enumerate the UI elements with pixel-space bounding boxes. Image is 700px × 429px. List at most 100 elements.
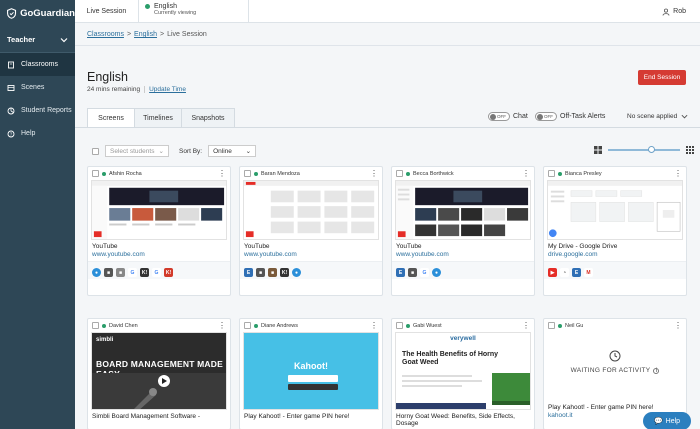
student-name: Becca Borthwick <box>413 170 454 177</box>
online-dot <box>145 4 150 9</box>
select-students-dropdown[interactable]: Select students ⌄ <box>105 145 169 157</box>
more-options-icon[interactable]: ⋮ <box>370 169 378 178</box>
sidebar-item-student-reports[interactable]: Student Reports <box>0 99 75 122</box>
screen-thumbnail[interactable]: verywell The Health Benefits of Horny Go… <box>395 332 531 410</box>
youtube-screenshot <box>396 181 530 239</box>
browser-tab-icon[interactable]: ● <box>292 268 301 277</box>
user-icon <box>662 8 670 16</box>
google-tab-icon[interactable]: G <box>420 268 429 277</box>
enter-button <box>288 384 338 390</box>
live-session-tab[interactable]: Live Session <box>75 0 139 23</box>
box-tab-icon[interactable]: ■ <box>116 268 125 277</box>
open-tabs: ● ■ ■ G K! G K! <box>88 261 230 279</box>
more-options-icon[interactable]: ⋮ <box>522 321 530 330</box>
user-menu[interactable]: Rob <box>662 0 686 23</box>
student-card[interactable]: Becca Borthwick ⋮ YouTube www.youtube.com… <box>391 166 535 296</box>
edu-tab-icon[interactable]: E <box>572 268 581 277</box>
help-button[interactable]: 💬 Help <box>643 412 691 429</box>
more-options-icon[interactable]: ⋮ <box>218 321 226 330</box>
student-card[interactable]: Bianca Presley ⋮ My Drive - Google Drive … <box>543 166 687 296</box>
box-tab-icon[interactable]: ■ <box>268 268 277 277</box>
shield-logo-icon <box>7 8 17 19</box>
student-checkbox[interactable] <box>548 322 555 329</box>
role-selector[interactable]: Teacher <box>0 27 75 53</box>
end-session-button[interactable]: End Session <box>638 70 686 85</box>
grid-size-slider[interactable] <box>608 146 680 153</box>
sidebar-item-scenes[interactable]: Scenes <box>0 76 75 99</box>
student-card[interactable]: Diane Andrews ⋮ Kahoot! Play Kahoot! - En… <box>239 318 383 429</box>
breadcrumb-classrooms[interactable]: Classrooms <box>87 31 124 38</box>
active-tab-url[interactable]: www.youtube.com <box>392 250 534 258</box>
student-card[interactable]: Baran Mendoza ⋮ YouTube www.youtube.com E… <box>239 166 383 296</box>
gmail-tab-icon[interactable]: M <box>584 268 593 277</box>
sidebar-item-help[interactable]: ? Help <box>0 122 75 145</box>
sidebar-item-classrooms[interactable]: Classrooms <box>0 53 75 76</box>
box-tab-icon[interactable]: ■ <box>256 268 265 277</box>
app-tab-icon[interactable]: ◔ <box>560 268 569 277</box>
more-options-icon[interactable]: ⋮ <box>218 169 226 178</box>
update-time-link[interactable]: Update Time <box>144 86 186 93</box>
screen-thumbnail[interactable] <box>91 180 227 240</box>
chat-toggle[interactable]: OFF <box>488 112 510 121</box>
active-tab-title: Horny Goat Weed: Benefits, Side Effects,… <box>396 413 515 427</box>
student-checkbox[interactable] <box>548 170 555 177</box>
tab-timelines[interactable]: Timelines <box>134 108 182 127</box>
student-name: Afshin Rocha <box>109 170 142 177</box>
chat-bubble-icon: 💬 <box>653 418 663 425</box>
youtube-loading-screenshot <box>244 181 378 239</box>
more-options-icon[interactable]: ⋮ <box>370 321 378 330</box>
student-name: Diane Andrews <box>261 322 298 329</box>
active-tab-url[interactable]: drive.google.com <box>544 250 686 258</box>
select-all-checkbox[interactable] <box>92 147 99 155</box>
screen-thumbnail[interactable] <box>395 180 531 240</box>
google-tab-icon[interactable]: G <box>152 268 161 277</box>
screen-thumbnail[interactable]: simbli BOARD MANAGEMENT MADE EASY <box>91 332 227 410</box>
slider-handle[interactable] <box>648 146 655 153</box>
tab-snapshots[interactable]: Snapshots <box>181 108 235 127</box>
student-checkbox[interactable] <box>244 322 251 329</box>
student-checkbox[interactable] <box>92 322 99 329</box>
kahoot-tab-icon[interactable]: K! <box>280 268 289 277</box>
large-grid-icon[interactable] <box>594 146 602 154</box>
google-tab-icon[interactable]: G <box>128 268 137 277</box>
edu-tab-icon[interactable]: E <box>396 268 405 277</box>
box-tab-icon[interactable]: ■ <box>104 268 113 277</box>
chevron-down-icon: ⌄ <box>158 148 164 155</box>
active-tab-url[interactable]: www.youtube.com <box>240 250 382 258</box>
student-card[interactable]: David Chen ⋮ simbli BOARD MANAGEMENT MADE… <box>87 318 231 429</box>
box-tab-icon[interactable]: ■ <box>408 268 417 277</box>
offtask-toggle[interactable]: OFF <box>535 112 557 121</box>
active-tab-url[interactable]: www.youtube.com <box>88 250 230 258</box>
student-checkbox[interactable] <box>396 170 403 177</box>
youtube-tab-icon[interactable]: ▶ <box>548 268 557 277</box>
edu-tab-icon[interactable]: E <box>244 268 253 277</box>
info-icon[interactable]: i <box>653 367 660 374</box>
tab-screens[interactable]: Screens <box>87 108 135 128</box>
sort-dropdown[interactable]: Online ⌄ <box>208 145 257 157</box>
student-card[interactable]: Afshin Rocha ⋮ YouTube www.youtube.com ● ■… <box>87 166 231 296</box>
goguardian-logo[interactable]: GoGuardian <box>0 0 75 27</box>
student-card[interactable]: Gabi Wuest ⋮ verywell The Health Benefits… <box>391 318 535 429</box>
session-time: 24 mins remaining Update Time <box>87 86 186 93</box>
student-checkbox[interactable] <box>396 322 403 329</box>
kahoot-tab-icon[interactable]: K! <box>164 268 173 277</box>
browser-tab-icon[interactable]: ● <box>92 268 101 277</box>
screen-thumbnail[interactable]: Kahoot! <box>243 332 379 410</box>
more-options-icon[interactable]: ⋮ <box>674 321 682 330</box>
kahoot-tab-icon[interactable]: K! <box>140 268 149 277</box>
verywell-logo: verywell <box>450 335 476 342</box>
page-title: English <box>87 70 128 84</box>
student-checkbox[interactable] <box>92 170 99 177</box>
clock-icon <box>609 350 621 362</box>
browser-tab-icon[interactable]: ● <box>432 268 441 277</box>
more-options-icon[interactable]: ⋮ <box>674 169 682 178</box>
help-label: Help <box>665 417 681 425</box>
screen-thumbnail[interactable] <box>547 180 683 240</box>
more-options-icon[interactable]: ⋮ <box>522 169 530 178</box>
screen-thumbnail[interactable] <box>243 180 379 240</box>
current-class-tab[interactable]: English Currently viewing <box>139 0 249 23</box>
breadcrumb-english[interactable]: English <box>134 31 157 38</box>
small-grid-icon[interactable] <box>686 146 694 154</box>
scene-selector[interactable]: No scene applied <box>627 113 688 120</box>
student-checkbox[interactable] <box>244 170 251 177</box>
